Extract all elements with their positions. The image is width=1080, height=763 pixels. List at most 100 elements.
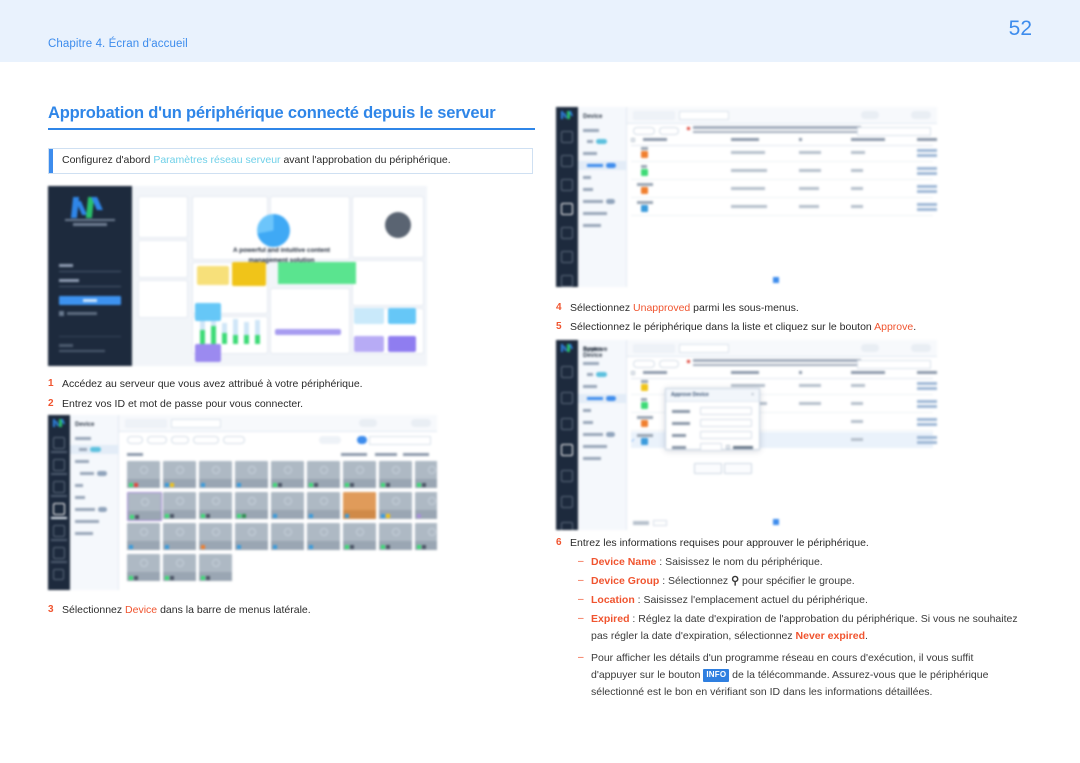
toolbar-button-3[interactable]	[171, 436, 189, 444]
remember-id-checkbox[interactable]	[59, 311, 64, 316]
sidebar-item-notification[interactable]	[75, 508, 95, 511]
dialog-close-icon[interactable]: ×	[751, 392, 754, 398]
sidebar-item-device-list[interactable]	[583, 457, 601, 460]
rail-icon-playlist[interactable]	[561, 418, 573, 430]
device-thumb[interactable]	[163, 554, 196, 581]
field-input-location[interactable]	[700, 431, 752, 439]
rail-icon-rule[interactable]	[561, 251, 573, 263]
rail-icon-statistics[interactable]	[561, 522, 573, 530]
tabbar-user-button[interactable]	[861, 344, 879, 352]
tab-unapproved[interactable]	[679, 111, 729, 120]
sidebar-item-notification[interactable]	[583, 433, 603, 436]
device-thumb[interactable]	[199, 461, 232, 488]
tab-dashboard[interactable]	[125, 419, 167, 428]
never-expired-checkbox[interactable]	[726, 445, 730, 449]
rail-icon-dashboard[interactable]	[53, 437, 65, 449]
tabbar-user-button[interactable]	[359, 419, 377, 427]
device-thumb[interactable]	[163, 492, 196, 519]
login-username-field[interactable]	[59, 264, 121, 272]
tabbar-logout-button[interactable]	[911, 344, 931, 352]
device-thumb[interactable]	[271, 523, 304, 550]
field-input-device-name[interactable]	[700, 407, 752, 415]
toolbar-button-4[interactable]	[193, 436, 219, 444]
sidebar-item-unapproved[interactable]	[587, 397, 603, 400]
tab-dashboard[interactable]	[633, 111, 675, 120]
delete-button[interactable]	[659, 360, 679, 368]
pagination-rows-select[interactable]	[653, 520, 667, 526]
sidebar-subitem-group[interactable]	[79, 448, 87, 451]
search-icon[interactable]	[745, 422, 749, 426]
select-all-checkbox[interactable]	[631, 138, 635, 142]
device-thumb[interactable]	[379, 523, 412, 550]
note-link[interactable]: Paramètres réseau serveur	[153, 154, 280, 166]
rail-icon-rule[interactable]	[53, 547, 65, 559]
tabbar-logout-button[interactable]	[411, 419, 431, 427]
device-thumb[interactable]	[379, 492, 412, 519]
rail-icon-content[interactable]	[561, 155, 573, 167]
tab-device[interactable]	[171, 419, 221, 428]
rail-icon-rule[interactable]	[561, 496, 573, 508]
device-thumb[interactable]	[343, 461, 376, 488]
pagination-current-page[interactable]	[773, 519, 779, 525]
device-thumb[interactable]	[271, 461, 304, 488]
sidebar-item-all[interactable]	[583, 129, 599, 132]
device-thumb[interactable]	[343, 523, 376, 550]
sidebar-item-group[interactable]	[75, 460, 89, 463]
tabbar-user-button[interactable]	[861, 111, 879, 119]
sidebar-item-pop[interactable]	[583, 176, 591, 179]
device-thumb[interactable]	[415, 492, 437, 519]
rail-icon-dashboard[interactable]	[561, 366, 573, 378]
device-thumb[interactable]	[307, 523, 340, 550]
device-thumb[interactable]	[307, 461, 340, 488]
device-thumb[interactable]	[163, 523, 196, 550]
rail-icon-device[interactable]	[561, 444, 573, 456]
sidebar-subitem[interactable]	[587, 373, 593, 376]
rail-icon-content[interactable]	[561, 392, 573, 404]
device-thumb[interactable]	[235, 492, 268, 519]
sidebar-item-alert[interactable]	[583, 188, 593, 191]
sidebar-item-alert[interactable]	[583, 421, 593, 424]
tab-dashboard[interactable]	[633, 344, 675, 353]
rail-icon-content[interactable]	[53, 459, 65, 471]
rail-icon-statistics[interactable]	[561, 275, 573, 287]
sidebar-item-notification[interactable]	[583, 200, 603, 203]
field-input-expired-date[interactable]	[700, 443, 722, 451]
sidebar-item-group[interactable]	[583, 152, 597, 155]
col-registered[interactable]	[917, 138, 937, 141]
rail-icon-dashboard[interactable]	[561, 131, 573, 143]
device-search-input[interactable]	[369, 436, 431, 445]
login-signin-button[interactable]	[59, 296, 121, 305]
toolbar-button-2[interactable]	[147, 436, 167, 444]
sidebar-item-software-update[interactable]	[583, 212, 607, 215]
unapproved-search-input[interactable]	[857, 127, 931, 136]
sidebar-item-software-update[interactable]	[583, 445, 607, 448]
col-device-model-name[interactable]	[851, 138, 885, 141]
toolbar-grid-view-active[interactable]	[357, 436, 367, 444]
table-row[interactable]	[631, 145, 937, 162]
device-thumb[interactable]	[127, 554, 160, 581]
device-thumb[interactable]	[235, 461, 268, 488]
rail-icon-user[interactable]	[561, 470, 573, 482]
rail-icon-device[interactable]	[53, 503, 65, 515]
dialog-ok-button[interactable]	[694, 463, 722, 474]
approve-device-dialog[interactable]: Approve Device ×	[665, 388, 760, 474]
device-thumb[interactable]	[307, 492, 340, 519]
device-thumb[interactable]	[199, 554, 232, 581]
sidebar-subitem-unapproved[interactable]	[80, 472, 94, 475]
rail-icon-user[interactable]	[53, 525, 65, 537]
device-thumb[interactable]	[127, 492, 162, 521]
sidebar-item-pop[interactable]	[75, 484, 83, 487]
delete-button[interactable]	[659, 127, 679, 135]
sidebar-item-pop[interactable]	[583, 409, 591, 412]
sidebar-item-group[interactable]	[583, 385, 597, 388]
device-thumb[interactable]	[235, 523, 268, 550]
rail-icon-playlist[interactable]	[53, 481, 65, 493]
row-checkbox-checked[interactable]: ✓	[631, 438, 635, 444]
col-ip[interactable]	[799, 138, 802, 141]
toolbar-button-5[interactable]	[223, 436, 245, 444]
device-thumb[interactable]	[163, 461, 196, 488]
field-input-device-group[interactable]	[700, 419, 752, 427]
sidebar-item-all[interactable]	[583, 362, 599, 365]
device-thumb[interactable]	[199, 523, 232, 550]
approve-button[interactable]	[633, 127, 655, 135]
